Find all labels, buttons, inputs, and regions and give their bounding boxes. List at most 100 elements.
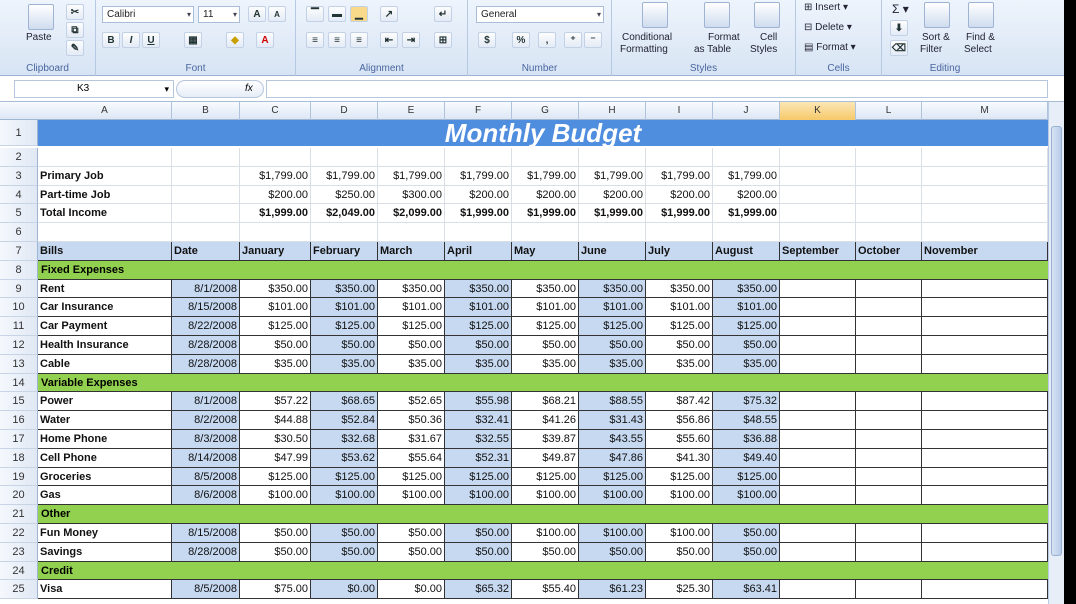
bill-value[interactable]: $35.00 <box>445 354 512 374</box>
column-header-k[interactable]: K <box>780 102 856 120</box>
decrease-decimal-icon[interactable]: ⁻ <box>584 32 602 48</box>
cell-empty[interactable] <box>172 166 240 186</box>
cell-empty[interactable] <box>780 411 856 430</box>
cell-empty[interactable] <box>856 166 922 186</box>
column-header-m[interactable]: M <box>922 102 1048 120</box>
bill-date[interactable]: 8/28/2008 <box>172 542 240 562</box>
cell-empty[interactable] <box>856 486 922 506</box>
table-header-cell[interactable]: September <box>780 242 856 261</box>
bill-value[interactable]: $100.00 <box>311 486 378 506</box>
column-header-d[interactable]: D <box>311 102 378 120</box>
row-header[interactable]: 10 <box>0 298 38 318</box>
bill-value[interactable]: $75.32 <box>713 392 780 412</box>
cell-empty[interactable] <box>922 279 1048 299</box>
cell-empty[interactable] <box>311 223 378 242</box>
font-size-combo[interactable]: 11 ▾ <box>198 6 240 23</box>
bill-value[interactable]: $35.00 <box>311 354 378 374</box>
bill-value[interactable]: $100.00 <box>512 524 579 543</box>
cell-empty[interactable] <box>713 148 780 167</box>
income-value[interactable]: $200.00 <box>240 185 311 205</box>
row-header[interactable]: 11 <box>0 317 38 336</box>
bill-value[interactable]: $101.00 <box>311 298 378 318</box>
bill-value[interactable]: $125.00 <box>579 317 646 336</box>
cell-empty[interactable] <box>856 580 922 600</box>
cell-empty[interactable] <box>922 580 1048 600</box>
bill-label[interactable]: Cell Phone <box>38 448 172 468</box>
cell-empty[interactable] <box>780 580 856 600</box>
cell-empty[interactable] <box>172 204 240 224</box>
align-left-icon[interactable]: ≡ <box>306 32 324 48</box>
bill-value[interactable]: $125.00 <box>579 467 646 487</box>
align-right-icon[interactable]: ≡ <box>350 32 368 48</box>
income-value[interactable]: $1,799.00 <box>311 166 378 186</box>
orientation-icon[interactable]: ↗ <box>380 6 398 22</box>
table-header-cell[interactable]: April <box>445 242 512 261</box>
autosum-icon[interactable]: Σ ▾ <box>892 2 909 16</box>
bill-value[interactable]: $55.98 <box>445 392 512 412</box>
bill-value[interactable]: $50.00 <box>240 336 311 355</box>
cell-empty[interactable] <box>646 148 713 167</box>
bill-value[interactable]: $49.40 <box>713 448 780 468</box>
bill-label[interactable]: Car Insurance <box>38 298 172 318</box>
bill-value[interactable]: $61.23 <box>579 580 646 600</box>
cell-empty[interactable] <box>780 542 856 562</box>
format-as-table-icon[interactable] <box>704 2 730 28</box>
bill-value[interactable]: $55.40 <box>512 580 579 600</box>
font-name-combo[interactable]: Calibri ▾ <box>102 6 194 23</box>
number-format-combo[interactable]: General ▾ <box>476 6 604 23</box>
cell-empty[interactable] <box>172 223 240 242</box>
cell-empty[interactable] <box>780 204 856 224</box>
bill-value[interactable]: $53.62 <box>311 448 378 468</box>
bill-value[interactable]: $68.65 <box>311 392 378 412</box>
income-value[interactable]: $1,799.00 <box>378 166 445 186</box>
cell-empty[interactable] <box>780 354 856 374</box>
row-header[interactable]: 19 <box>0 467 38 487</box>
cell-empty[interactable] <box>922 354 1048 374</box>
cell-empty[interactable] <box>780 223 856 242</box>
row-header[interactable]: 6 <box>0 223 38 242</box>
bill-value[interactable]: $350.00 <box>311 279 378 299</box>
bill-value[interactable]: $47.86 <box>579 448 646 468</box>
income-value[interactable]: $200.00 <box>713 185 780 205</box>
bill-label[interactable]: Car Payment <box>38 317 172 336</box>
cell-empty[interactable] <box>38 223 172 242</box>
copy-icon[interactable]: ⧉ <box>66 22 84 38</box>
cell-empty[interactable] <box>780 279 856 299</box>
insert-button[interactable]: ⊞ Insert ▾ <box>804 2 848 13</box>
bill-value[interactable]: $50.00 <box>378 542 445 562</box>
bill-value[interactable]: $35.00 <box>579 354 646 374</box>
income-value[interactable]: $250.00 <box>311 185 378 205</box>
income-value[interactable]: $1,799.00 <box>512 166 579 186</box>
row-header[interactable]: 16 <box>0 411 38 430</box>
bill-value[interactable]: $100.00 <box>579 524 646 543</box>
decrease-indent-icon[interactable]: ⇤ <box>380 32 398 48</box>
bill-value[interactable]: $32.68 <box>311 430 378 449</box>
bill-value[interactable]: $125.00 <box>512 317 579 336</box>
income-value[interactable]: $1,999.00 <box>579 204 646 224</box>
bill-value[interactable]: $125.00 <box>646 467 713 487</box>
bill-value[interactable]: $101.00 <box>445 298 512 318</box>
bill-value[interactable]: $50.00 <box>713 542 780 562</box>
income-value[interactable]: $300.00 <box>378 185 445 205</box>
conditional-formatting-icon[interactable] <box>642 2 668 28</box>
bill-value[interactable]: $41.26 <box>512 411 579 430</box>
cell-empty[interactable] <box>922 298 1048 318</box>
table-header-cell[interactable]: October <box>856 242 922 261</box>
table-header-cell[interactable]: July <box>646 242 713 261</box>
grow-font-button[interactable]: A <box>248 6 266 22</box>
bill-value[interactable]: $125.00 <box>240 467 311 487</box>
shrink-font-button[interactable]: A <box>268 6 286 22</box>
bill-date[interactable]: 8/14/2008 <box>172 448 240 468</box>
cell-empty[interactable] <box>378 223 445 242</box>
cell-empty[interactable] <box>780 486 856 506</box>
cell-empty[interactable] <box>922 166 1048 186</box>
bill-value[interactable]: $125.00 <box>713 317 780 336</box>
bill-value[interactable]: $101.00 <box>579 298 646 318</box>
income-value[interactable]: $2,049.00 <box>311 204 378 224</box>
align-middle-icon[interactable]: ▬ <box>328 6 346 22</box>
cell-empty[interactable] <box>579 223 646 242</box>
table-header-cell[interactable]: February <box>311 242 378 261</box>
cell-styles-icon[interactable] <box>754 2 780 28</box>
cell-empty[interactable] <box>445 223 512 242</box>
currency-button[interactable]: $ <box>478 32 496 48</box>
